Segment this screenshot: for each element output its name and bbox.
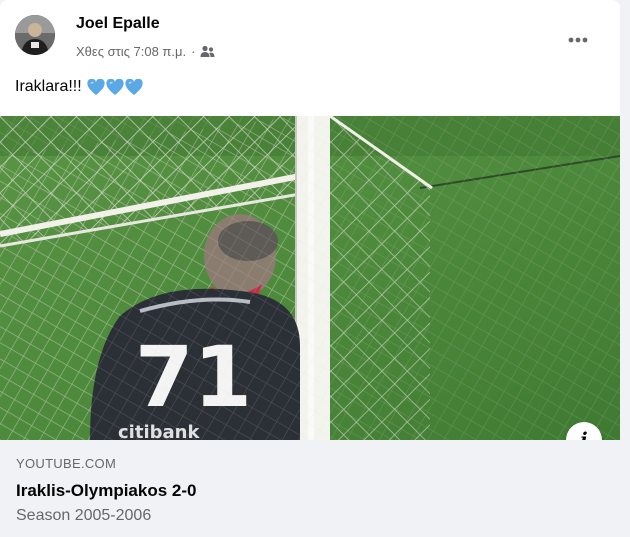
blue-heart-icon — [125, 78, 143, 95]
link-description: Season 2005-2006 — [16, 507, 152, 524]
message-emojis — [87, 78, 143, 96]
video-thumbnail-image: 71 citibank — [0, 116, 620, 440]
link-preview-card[interactable]: YOUTUBE.COM Iraklis-Olympiakos 2-0 Seaso… — [0, 440, 620, 537]
author-avatar[interactable] — [15, 15, 55, 55]
meta-separator: · — [191, 44, 196, 59]
friends-icon[interactable] — [200, 45, 215, 58]
link-thumbnail[interactable]: 71 citibank — [0, 116, 620, 440]
author-name[interactable]: Joel Epalle — [76, 15, 160, 33]
post-header: Joel Epalle Χθες στις 7:08 π.μ. · — [0, 0, 620, 70]
more-horizontal-icon — [568, 37, 588, 43]
link-title[interactable]: Iraklis-Olympiakos 2-0 — [16, 481, 196, 501]
post-meta: Χθες στις 7:08 π.μ. · — [76, 44, 215, 59]
blue-heart-icon — [106, 78, 124, 95]
more-options-button[interactable] — [560, 22, 596, 58]
feed-post: Joel Epalle Χθες στις 7:08 π.μ. · Irakla — [0, 0, 620, 537]
link-domain: YOUTUBE.COM — [16, 456, 117, 471]
post-message: Iraklara!!! — [15, 78, 143, 96]
avatar-photo — [15, 15, 55, 55]
message-text: Iraklara!!! — [15, 78, 82, 95]
blue-heart-icon — [87, 78, 105, 95]
post-timestamp[interactable]: Χθες στις 7:08 π.μ. — [76, 44, 186, 59]
